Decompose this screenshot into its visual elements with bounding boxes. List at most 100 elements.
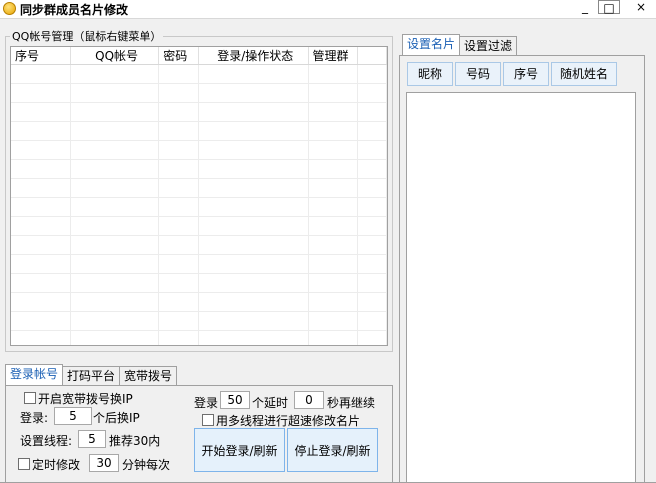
table-cell xyxy=(198,330,309,345)
tab-login-account[interactable]: 登录帐号 xyxy=(5,364,64,385)
table-cell xyxy=(357,330,387,345)
table-cell xyxy=(158,235,200,255)
table-cell xyxy=(70,330,160,345)
broadband-switch-checkbox[interactable] xyxy=(24,392,36,404)
table-row[interactable] xyxy=(11,159,387,179)
table-cell xyxy=(158,292,200,312)
table-row[interactable] xyxy=(11,64,387,84)
tab-set-filter[interactable]: 设置过滤 xyxy=(459,36,518,55)
table-row[interactable] xyxy=(11,216,387,236)
login-count-input[interactable]: 50 xyxy=(220,391,250,409)
table-cell xyxy=(308,83,359,103)
table-cell xyxy=(158,178,200,198)
table-cell xyxy=(11,292,71,312)
column-header-random-name[interactable]: 随机姓名 xyxy=(551,62,617,86)
card-list[interactable] xyxy=(406,92,636,483)
table-cell xyxy=(198,64,309,84)
maximize-button[interactable]: □ xyxy=(598,0,620,15)
table-cell xyxy=(198,121,309,141)
minimize-button[interactable]: _ xyxy=(572,0,598,16)
right-column-headers: 昵称 号码 序号 随机姓名 xyxy=(407,62,617,86)
table-row[interactable] xyxy=(11,121,387,141)
table-row[interactable] xyxy=(11,254,387,274)
table-cell xyxy=(357,159,387,179)
threads-input[interactable]: 5 xyxy=(78,430,106,448)
table-row[interactable] xyxy=(11,83,387,103)
table-cell xyxy=(11,216,71,236)
table-cell xyxy=(70,311,160,331)
tab-captcha-platform[interactable]: 打码平台 xyxy=(62,366,121,385)
timed-modify-checkbox[interactable] xyxy=(18,458,30,470)
table-cell xyxy=(198,292,309,312)
column-header-nickname[interactable]: 昵称 xyxy=(407,62,453,86)
table-cell xyxy=(308,254,359,274)
table-row[interactable] xyxy=(11,330,387,345)
bottom-tab-strip: 登录帐号 打码平台 宽带拨号 xyxy=(5,364,178,385)
tab-set-card[interactable]: 设置名片 xyxy=(402,34,461,55)
table-cell xyxy=(308,64,359,84)
column-header-index[interactable]: 序号 xyxy=(11,47,71,65)
table-cell xyxy=(357,254,387,274)
column-header-status[interactable]: 登录/操作状态 xyxy=(198,47,309,65)
table-cell xyxy=(11,330,71,345)
column-header-serial[interactable]: 序号 xyxy=(503,62,549,86)
table-cell xyxy=(158,159,200,179)
table-cell xyxy=(198,311,309,331)
table-cell xyxy=(198,197,309,217)
multithread-checkbox[interactable] xyxy=(202,414,214,426)
table-cell xyxy=(308,140,359,160)
column-header-qq[interactable]: QQ帐号 xyxy=(70,47,160,65)
close-button[interactable]: × xyxy=(626,0,656,16)
table-cell xyxy=(70,254,160,274)
table-cell xyxy=(357,121,387,141)
table-row[interactable] xyxy=(11,273,387,293)
table-cell xyxy=(158,254,200,274)
column-header-number[interactable]: 号码 xyxy=(455,62,501,86)
table-cell xyxy=(11,121,71,141)
table-cell xyxy=(357,216,387,236)
broadband-switch-label: 开启宽带拨号换IP xyxy=(38,392,133,406)
stop-login-button[interactable]: 停止登录/刷新 xyxy=(287,428,378,472)
table-row[interactable] xyxy=(11,311,387,331)
table-row[interactable] xyxy=(11,235,387,255)
table-cell xyxy=(198,216,309,236)
delay-suffix: 秒再继续 xyxy=(327,396,376,410)
table-cell xyxy=(357,64,387,84)
table-row[interactable] xyxy=(11,140,387,160)
accounts-table[interactable]: 序号 QQ帐号 密码 登录/操作状态 管理群 xyxy=(10,46,388,346)
table-cell xyxy=(198,83,309,103)
table-cell xyxy=(70,140,160,160)
switch-count-input[interactable]: 5 xyxy=(54,407,92,425)
login-switch-prefix: 登录: xyxy=(20,411,49,425)
table-cell xyxy=(11,102,71,122)
threads-prefix: 设置线程: xyxy=(20,434,73,448)
table-cell xyxy=(198,178,309,198)
table-cell xyxy=(198,159,309,179)
table-cell xyxy=(158,102,200,122)
start-login-button[interactable]: 开始登录/刷新 xyxy=(194,428,285,472)
column-header-password[interactable]: 密码 xyxy=(158,47,200,65)
tab-broadband-dial[interactable]: 宽带拨号 xyxy=(119,366,178,385)
table-row[interactable] xyxy=(11,292,387,312)
table-cell xyxy=(70,292,160,312)
timed-interval-input[interactable]: 30 xyxy=(89,454,119,472)
table-row[interactable] xyxy=(11,197,387,217)
table-row[interactable] xyxy=(11,178,387,198)
threads-suffix: 推荐30内 xyxy=(109,434,161,448)
window-title: 同步群成员名片修改 xyxy=(20,3,129,17)
table-cell xyxy=(158,273,200,293)
table-cell xyxy=(198,254,309,274)
table-cell xyxy=(11,235,71,255)
table-cell xyxy=(70,159,160,179)
timed-interval-suffix: 分钟每次 xyxy=(122,458,171,472)
table-cell xyxy=(357,83,387,103)
table-cell xyxy=(198,273,309,293)
table-cell xyxy=(158,197,200,217)
table-cell xyxy=(70,197,160,217)
column-header-admin-group[interactable]: 管理群 xyxy=(308,47,359,65)
table-row[interactable] xyxy=(11,102,387,122)
delay-input[interactable]: 0 xyxy=(294,391,324,409)
table-cell xyxy=(357,197,387,217)
table-cell xyxy=(308,197,359,217)
table-cell xyxy=(198,235,309,255)
